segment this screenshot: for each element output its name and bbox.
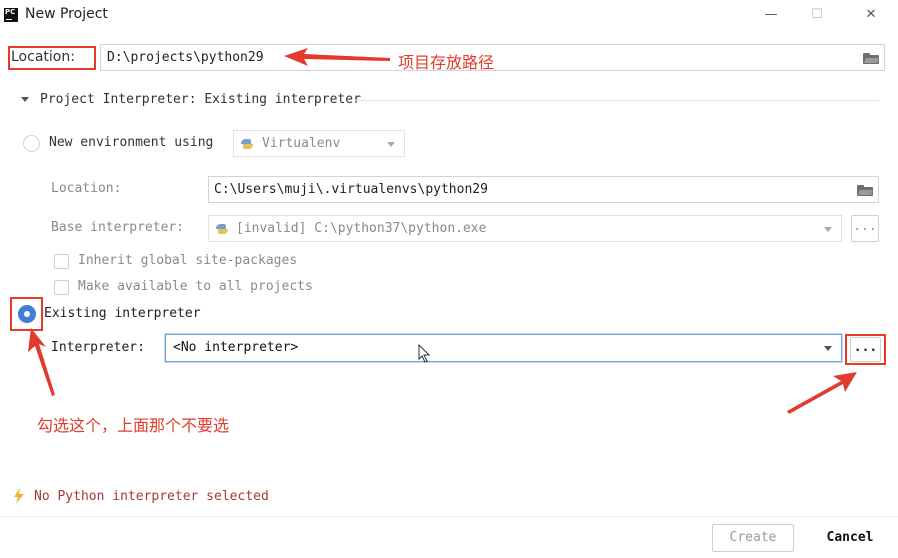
lightning-warning-icon <box>14 488 24 504</box>
interpreter-browse-button[interactable]: ... <box>850 337 881 362</box>
interpreter-value: <No interpreter> <box>173 340 299 355</box>
location-label-highlight-box <box>8 46 96 70</box>
chevron-down-icon <box>824 346 832 351</box>
close-button[interactable]: ✕ <box>857 4 885 26</box>
env-location-label: Location: <box>51 181 122 196</box>
section-title: Project Interpreter: Existing interprete… <box>40 92 361 107</box>
create-button[interactable]: Create <box>712 524 794 552</box>
location-value: D:\projects\python29 <box>107 50 264 65</box>
title-bar: PC New Project — ☐ ✕ <box>0 0 898 30</box>
folder-icon[interactable] <box>863 53 879 64</box>
env-location-value: C:\Users\muji\.virtualenvs\python29 <box>214 182 488 197</box>
existing-interpreter-radio[interactable] <box>18 305 36 323</box>
make-available-checkbox[interactable] <box>54 280 69 295</box>
cancel-button[interactable]: Cancel <box>818 524 882 552</box>
minimize-button[interactable]: — <box>757 4 785 26</box>
annotation-path-note: 项目存放路径 <box>398 53 495 72</box>
status-message: No Python interpreter selected <box>34 489 269 504</box>
base-interpreter-dropdown[interactable]: [invalid] C:\python37\python.exe <box>208 215 842 242</box>
pycharm-logo-icon: PC <box>4 8 18 22</box>
env-location-field[interactable]: C:\Users\muji\.virtualenvs\python29 <box>208 176 879 203</box>
inherit-site-packages-label: Inherit global site-packages <box>78 253 298 268</box>
annotation-select-note: 勾选这个，上面那个不要选 <box>37 416 230 435</box>
footer-divider <box>0 516 898 517</box>
annotation-arrow-location <box>284 48 390 66</box>
inherit-site-packages-checkbox[interactable] <box>54 254 69 269</box>
environment-tool-dropdown[interactable]: Virtualenv <box>233 130 405 157</box>
section-divider <box>354 100 879 101</box>
annotation-arrow-browse <box>787 372 857 414</box>
interpreter-dropdown[interactable]: <No interpreter> <box>165 334 842 362</box>
existing-interpreter-label: Existing interpreter <box>44 306 201 321</box>
window-title: New Project <box>25 6 108 22</box>
python-logo-icon <box>241 139 253 149</box>
maximize-button[interactable]: ☐ <box>803 4 831 26</box>
new-environment-label: New environment using <box>49 135 214 150</box>
base-interpreter-browse-button[interactable]: ... <box>851 215 879 242</box>
base-interpreter-label: Base interpreter: <box>51 220 185 235</box>
base-interpreter-value: [invalid] C:\python37\python.exe <box>236 221 487 236</box>
mouse-cursor-icon <box>418 344 431 363</box>
annotation-arrow-radio <box>28 328 55 396</box>
folder-icon[interactable] <box>857 185 873 196</box>
python-logo-icon <box>216 224 228 234</box>
new-environment-radio[interactable] <box>23 135 40 152</box>
chevron-down-icon <box>387 142 395 147</box>
chevron-down-icon <box>824 227 832 232</box>
radio-dot <box>24 311 30 317</box>
make-available-label: Make available to all projects <box>78 279 313 294</box>
interpreter-label: Interpreter: <box>51 340 145 355</box>
environment-tool-value: Virtualenv <box>262 136 341 151</box>
section-collapse-icon[interactable] <box>21 97 29 102</box>
